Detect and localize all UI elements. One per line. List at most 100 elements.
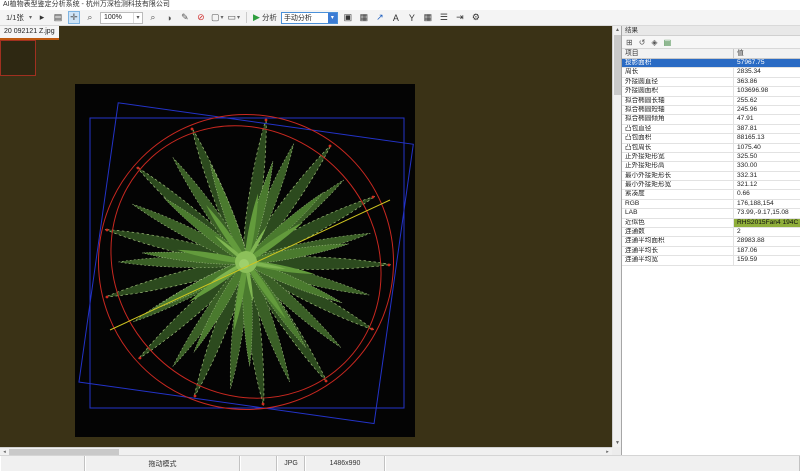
row-label: 最小外接矩形宽	[622, 181, 734, 189]
forbid-icon: ⊘	[197, 12, 205, 23]
row-value: RHS2015Fan4 194C Yellow	[734, 219, 800, 227]
vertical-scroll-thumb[interactable]	[614, 35, 621, 95]
zoom-window-icon: ⌕	[150, 12, 155, 23]
zoom-window-button[interactable]: ⌕	[147, 11, 159, 24]
table-row[interactable]: 连通平均长 187.06	[622, 247, 800, 256]
grid-button[interactable]: ▦	[422, 11, 434, 24]
rect-tool-icon: ▢	[211, 12, 220, 23]
shape-tool-button[interactable]: ▭▾	[227, 11, 240, 24]
analysis-mode-value: 手动分析	[282, 13, 328, 23]
plant-photo[interactable]	[75, 84, 415, 437]
analysis-mode-select[interactable]: 手动分析 ▾	[281, 12, 338, 24]
table-row[interactable]: 最小外接矩形长 332.31	[622, 172, 800, 181]
status-dimensions: 1486x990	[305, 456, 385, 471]
table-row[interactable]: LAB 73.99,-9.17,15.08	[622, 209, 800, 218]
table-row[interactable]: 连通数 2	[622, 228, 800, 237]
marker-icon[interactable]: ◈	[651, 38, 657, 47]
column-header-name[interactable]: 项目	[622, 49, 734, 58]
results-panel-toolbar: ⊞ ↺ ◈ ▤	[622, 36, 800, 49]
table-row[interactable]: 周长 2835.34	[622, 68, 800, 77]
pan-tool-button[interactable]: ✛	[68, 11, 80, 24]
save-image-button[interactable]: ▣	[342, 11, 354, 24]
mode-dropdown-icon[interactable]: ▾	[328, 13, 337, 23]
rect-tool-button[interactable]: ▢▾	[211, 11, 224, 24]
row-value: 176,188,154	[734, 200, 800, 208]
row-value: 363.86	[734, 78, 800, 86]
aloe-plant	[103, 118, 391, 407]
magnifier-button[interactable]: ⌕	[84, 11, 96, 24]
row-label: 凸包直径	[622, 125, 734, 133]
magnifier-icon: ⌕	[87, 12, 92, 23]
branch-icon: Y	[409, 13, 415, 23]
export-image-button[interactable]: ▦	[358, 11, 370, 24]
list-icon: ☰	[440, 12, 448, 23]
row-value: 321.12	[734, 181, 800, 189]
table-row[interactable]: 正外接矩形宽 325.50	[622, 153, 800, 162]
page-indicator: 1/1张	[6, 12, 24, 23]
image-list-button[interactable]: ▤	[52, 11, 64, 24]
page-dropdown-icon[interactable]: ▾	[29, 14, 32, 21]
results-panel-title: 结果	[622, 26, 800, 36]
branch-button[interactable]: Y	[406, 11, 418, 24]
table-row[interactable]: 凸包周长 1075.40	[622, 144, 800, 153]
settings-button[interactable]: ⚙	[470, 11, 482, 24]
document-tab[interactable]: 20 092121 Z.jpg	[0, 26, 59, 40]
exclude-button[interactable]: ⊘	[195, 11, 207, 24]
row-label: 正外接矩形宽	[622, 153, 734, 161]
table-row[interactable]: 紧凑度 0.66	[622, 190, 800, 199]
thumbnail-navigator[interactable]	[0, 40, 36, 76]
table-row[interactable]: 投影面积 57967.75	[622, 59, 800, 68]
table-row[interactable]: 近似色 RHS2015Fan4 194C Yellow	[622, 219, 800, 228]
chart-button[interactable]: ↗	[374, 11, 386, 24]
table-row[interactable]: RGB 176,188,154	[622, 200, 800, 209]
table-row[interactable]: 拟合椭圆长轴 255.62	[622, 97, 800, 106]
edit-icon: ✎	[181, 12, 189, 23]
row-label: LAB	[622, 209, 734, 217]
application-window: AI植物表型鉴定分析系统 - 杭州万深检测科技有限公司 1/1张 ▾ ▸ ▤ ✛…	[0, 0, 800, 471]
results-table-body: 投影面积 57967.75 周长 2835.34 外接圆直径 363.86 外接…	[622, 59, 800, 266]
font-button[interactable]: A	[390, 11, 402, 24]
zoom-level-select[interactable]: 100% ▾	[100, 12, 143, 24]
column-header-value[interactable]: 值	[734, 49, 800, 58]
table-row[interactable]: 拟合椭圆短轴 245.96	[622, 106, 800, 115]
table-row[interactable]: 连通平均宽 159.59	[622, 256, 800, 265]
edit-button[interactable]: ✎	[179, 11, 191, 24]
refresh-icon[interactable]: ↺	[639, 38, 646, 47]
table-row[interactable]: 外接圆面积 103696.98	[622, 87, 800, 96]
row-value: 332.31	[734, 172, 800, 180]
window-title: AI植物表型鉴定分析系统 - 杭州万深检测科技有限公司	[0, 0, 800, 10]
list-button[interactable]: ☰	[438, 11, 450, 24]
roundrect-tool-icon: ▭	[227, 12, 236, 23]
image-canvas[interactable]: 20 092121 Z.jpg	[0, 26, 612, 447]
font-icon: A	[393, 13, 399, 23]
next-image-button[interactable]: ▸	[36, 11, 48, 24]
row-label: 凸包面积	[622, 134, 734, 142]
row-label: 近似色	[622, 219, 734, 227]
table-row[interactable]: 凸包直径 387.81	[622, 125, 800, 134]
table-row[interactable]: 拟合椭圆倾角 47.91	[622, 115, 800, 124]
rotate-button[interactable]: ◑	[163, 11, 175, 24]
status-mode: 拖动模式	[85, 456, 240, 471]
export-excel-icon[interactable]: ▤	[664, 38, 672, 47]
table-row[interactable]: 正外接矩形高 330.00	[622, 162, 800, 171]
row-label: 拟合椭圆倾角	[622, 115, 734, 123]
row-label: 投影面积	[622, 59, 734, 67]
table-row[interactable]: 外接圆直径 363.86	[622, 78, 800, 87]
row-label: 外接圆直径	[622, 78, 734, 86]
canvas-horizontal-scrollbar[interactable]: ◂ ▸	[0, 447, 612, 455]
chart-icon: ↗	[376, 12, 384, 23]
analyze-button[interactable]: ▶ 分析	[253, 11, 277, 24]
results-table-header: 项目 值	[622, 49, 800, 59]
table-row[interactable]: 连通平均面积 28983.88	[622, 237, 800, 246]
row-label: 紧凑度	[622, 190, 734, 198]
row-value: 2835.34	[734, 68, 800, 76]
save-image-icon: ▣	[344, 12, 353, 23]
table-row[interactable]: 凸包面积 88165.13	[622, 134, 800, 143]
row-value: 330.00	[734, 162, 800, 170]
fit-icon[interactable]: ⊞	[626, 38, 633, 47]
table-row[interactable]: 最小外接矩形宽 321.12	[622, 181, 800, 190]
export-button[interactable]: ⇥	[454, 11, 466, 24]
zoom-dropdown-icon[interactable]: ▾	[133, 13, 142, 23]
row-label: 周长	[622, 68, 734, 76]
canvas-vertical-scrollbar[interactable]: ▲ ▼	[612, 26, 621, 447]
